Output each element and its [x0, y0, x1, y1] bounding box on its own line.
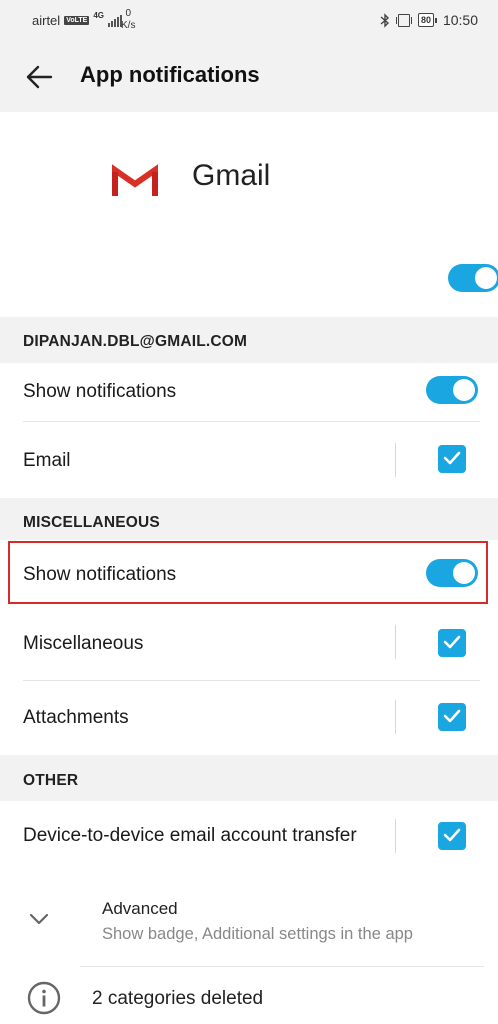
miscellaneous-label: Miscellaneous [23, 633, 144, 654]
speed-value: 0 [125, 8, 131, 19]
advanced-subtitle: Show badge, Additional settings in the a… [102, 925, 413, 943]
network-type: 4G [93, 11, 104, 20]
app-bar: App notifications [0, 42, 498, 112]
separator [395, 443, 396, 477]
speed-unit: K/s [121, 20, 136, 31]
info-icon [27, 981, 61, 1015]
email-checkbox[interactable] [438, 445, 466, 473]
check-icon [443, 709, 461, 723]
arrow-left-icon[interactable] [24, 62, 54, 92]
check-icon [443, 635, 461, 649]
email-row[interactable]: Email [0, 422, 498, 498]
miscellaneous-row[interactable]: Miscellaneous [0, 605, 498, 680]
toggle-knob [475, 267, 497, 289]
section-header-other: OTHER [0, 755, 498, 801]
misc-show-notifications-row[interactable]: Show notifications [0, 541, 498, 604]
status-bar: airtel VoLTE 4G 0 K/s 80 10:50 [0, 0, 498, 42]
volte-badge: VoLTE [64, 16, 90, 25]
app-header: Gmail [0, 112, 498, 317]
advanced-row[interactable]: Advanced Show badge, Additional settings… [0, 882, 498, 966]
carrier-name: airtel [32, 13, 61, 28]
network-speed: 0 K/s [121, 8, 135, 32]
categories-deleted-row: 2 categories deleted [0, 967, 498, 1024]
chevron-down-icon [29, 913, 49, 925]
section-title-other: OTHER [23, 772, 79, 789]
status-left: airtel VoLTE 4G [32, 11, 122, 28]
clock: 10:50 [442, 12, 478, 28]
master-notifications-toggle[interactable] [448, 264, 498, 292]
attachments-label: Attachments [23, 707, 129, 728]
toggle-knob [453, 379, 475, 401]
gmail-logo-icon [112, 164, 158, 196]
signal-icon [108, 14, 122, 27]
device-transfer-row[interactable]: Device-to-device email account transfer [0, 801, 498, 881]
misc-show-notifications-toggle[interactable] [426, 559, 478, 587]
page-title: App notifications [80, 62, 260, 87]
bluetooth-icon [380, 12, 389, 28]
account-show-notifications-label: Show notifications [23, 381, 177, 402]
check-icon [443, 451, 461, 465]
account-show-notifications-toggle[interactable] [426, 376, 478, 404]
separator [395, 700, 396, 734]
separator [395, 625, 396, 659]
section-header-misc: MISCELLANEOUS [0, 498, 498, 540]
account-show-notifications-row[interactable]: Show notifications [0, 363, 498, 419]
battery-icon: 80 [417, 13, 437, 27]
section-header-account: DIPANJAN.DBL@GMAIL.COM [0, 317, 498, 363]
miscellaneous-checkbox[interactable] [438, 629, 466, 657]
attachments-row[interactable]: Attachments [0, 681, 498, 755]
attachments-checkbox[interactable] [438, 703, 466, 731]
device-transfer-checkbox[interactable] [438, 822, 466, 850]
categories-deleted-text: 2 categories deleted [92, 988, 264, 1009]
toggle-knob [453, 562, 475, 584]
device-transfer-label: Device-to-device email account transfer [23, 825, 357, 846]
section-title-misc: MISCELLANEOUS [23, 514, 160, 531]
status-right: 80 10:50 [380, 12, 478, 28]
vibrate-icon [395, 13, 412, 27]
battery-level: 80 [417, 13, 434, 27]
section-title-account: DIPANJAN.DBL@GMAIL.COM [23, 333, 248, 350]
advanced-title: Advanced [102, 899, 178, 918]
email-label: Email [23, 450, 71, 471]
separator [395, 819, 396, 853]
app-name: Gmail [192, 159, 271, 192]
misc-show-notifications-label: Show notifications [23, 564, 177, 585]
check-icon [443, 828, 461, 842]
